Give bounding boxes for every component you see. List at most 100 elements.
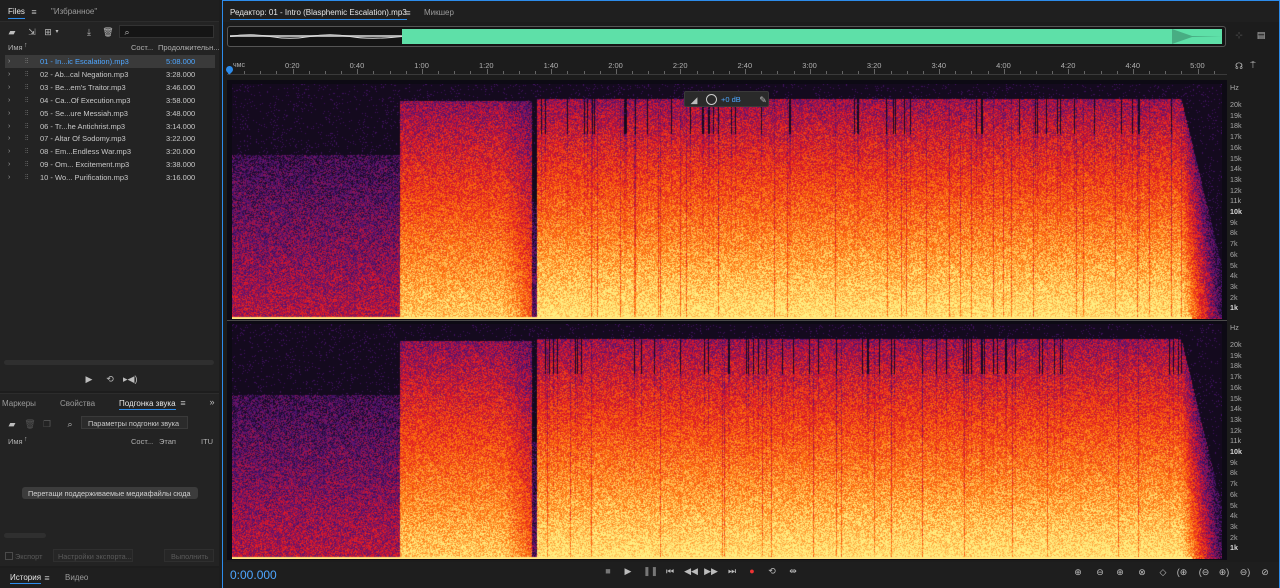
autoplay-icon[interactable]: ▸◀) (123, 374, 137, 384)
zoom-in-amplitude-icon[interactable]: ⊕ (1071, 567, 1085, 578)
rewind-icon[interactable]: ◀◀ (684, 566, 698, 577)
file-row[interactable]: › ⫶⫶ 08 - Em...Endless War.mp3 3:20.000 (5, 145, 215, 158)
zoom-out-point-icon[interactable]: (⊖ (1197, 567, 1211, 578)
col-name[interactable]: Имя (8, 437, 23, 446)
lower-scrollbar[interactable] (4, 533, 46, 538)
overview-visible-range[interactable] (402, 29, 1222, 44)
zoom-reset-icon[interactable]: ⊘ (1258, 567, 1272, 578)
expand-chevron-icon[interactable]: › (8, 94, 10, 107)
lower-panel-menu-icon[interactable]: ≡ (178, 398, 188, 408)
export-checkbox[interactable] (5, 552, 13, 560)
tab-markers[interactable]: Маркеры (2, 399, 36, 408)
remove-icon: 🗑 (24, 419, 36, 429)
open-folder-icon[interactable]: ▰ (6, 419, 18, 429)
tab-video[interactable]: Видео (65, 573, 88, 582)
pin-icon[interactable]: ⍑ (1248, 60, 1258, 70)
go-to-start-icon[interactable]: ⏮ (663, 566, 677, 577)
search-input[interactable]: ⌕ (119, 25, 214, 38)
files-panel-menu-icon[interactable]: ≡ (29, 7, 39, 17)
file-row[interactable]: › ⫶⫶ 04 - Ca...Of Execution.mp3 3:58.000 (5, 94, 215, 107)
col-name[interactable]: Имя (8, 43, 23, 52)
match-params-button[interactable]: Параметры подгонки звука (81, 416, 188, 429)
zoom-to-fit-icon[interactable]: ⊹ (1232, 30, 1246, 40)
zoom-out-amplitude-icon[interactable]: ⊖ (1093, 567, 1107, 578)
zoom-out-freq-icon[interactable]: ⊖) (1238, 567, 1252, 578)
history-menu-icon[interactable]: ≡ (42, 573, 52, 583)
timecode-display[interactable]: 0:00.000 (230, 568, 277, 582)
expand-chevron-icon[interactable]: › (8, 68, 10, 81)
expand-chevron-icon[interactable]: › (8, 158, 10, 171)
spectrogram-right-channel[interactable] (232, 324, 1222, 559)
insert-multitrack-icon[interactable]: ⤓ (83, 27, 95, 37)
play-icon[interactable]: ▶ (621, 566, 635, 577)
go-to-end-icon[interactable]: ⏭ (725, 566, 739, 577)
hud-pin-icon[interactable]: ✎ (757, 95, 769, 105)
tab-files[interactable]: Files (8, 7, 25, 19)
expand-chevron-icon[interactable]: › (8, 132, 10, 145)
headphones-icon[interactable]: ☊ (1233, 61, 1245, 71)
tab-editor[interactable]: Редактор: 01 - Intro (Blasphemic Escalat… (230, 8, 407, 20)
col-duration[interactable]: Продолжительн... (158, 43, 219, 52)
file-row[interactable]: › ⫶⫶ 07 - Altar Of Sodomy.mp3 3:22.000 (5, 132, 215, 145)
zoom-icon[interactable]: ⌕ (65, 419, 75, 429)
pause-icon[interactable]: ❚❚ (643, 566, 658, 577)
file-row[interactable]: › ⫶⫶ 01 - In...ic Escalation).mp3 5:08.000 (5, 55, 215, 68)
skip-selection-icon[interactable]: ⇹ (786, 566, 800, 577)
record-icon[interactable]: ● (745, 566, 759, 576)
loop-preview-icon[interactable]: ⟲ (104, 374, 116, 384)
hz-tick-label: 17k (1230, 132, 1242, 142)
spectrogram-left-channel[interactable] (232, 84, 1222, 319)
expand-chevron-icon[interactable]: › (8, 171, 10, 184)
tab-history[interactable]: История (10, 573, 42, 584)
zoom-out-full-icon[interactable]: ⊗ (1135, 567, 1149, 578)
trash-icon[interactable]: 🗑 (102, 27, 114, 37)
tab-favorites[interactable]: "Избранное" (51, 7, 97, 16)
file-name: 05 - Se...ure Messiah.mp3 (40, 108, 128, 118)
file-row[interactable]: › ⫶⫶ 03 - Be...em's Traitor.mp3 3:46.000 (5, 81, 215, 94)
zoom-in-time-icon[interactable]: ⊕ (1113, 567, 1127, 578)
display-settings-icon[interactable]: ▤ (1254, 30, 1268, 40)
tab-match-loudness[interactable]: Подгонка звука (119, 399, 176, 410)
loop-icon[interactable]: ⟲ (765, 566, 779, 577)
stop-icon[interactable]: ■ (601, 566, 615, 576)
file-duration: 3:14.000 (166, 121, 196, 131)
waveform-icon: ⫶⫶ (25, 148, 29, 156)
overview-bar[interactable] (227, 26, 1226, 47)
file-row[interactable]: › ⫶⫶ 09 - Om... Excitement.mp3 3:38.000 (5, 158, 215, 171)
file-row[interactable]: › ⫶⫶ 06 - Tr...he Antichrist.mp3 3:14.000 (5, 120, 215, 133)
file-duration: 3:38.000 (166, 160, 196, 170)
expand-chevron-icon[interactable]: › (8, 145, 10, 158)
tab-mixer[interactable]: Микшер (424, 8, 454, 17)
open-folder-icon[interactable]: ▰ (6, 27, 18, 37)
col-itu[interactable]: ITU (201, 437, 213, 446)
play-preview-icon[interactable]: ▶ (84, 374, 94, 384)
fast-forward-icon[interactable]: ▶▶ (704, 566, 718, 577)
file-row[interactable]: › ⫶⫶ 05 - Se...ure Messiah.mp3 3:48.000 (5, 107, 215, 120)
col-state[interactable]: Сост... (131, 437, 153, 446)
lower-tab-strip: Маркеры Свойства Подгонка звука ≡ » (0, 394, 219, 412)
file-row[interactable]: › ⫶⫶ 10 - Wo... Purification.mp3 3:16.000 (5, 171, 215, 184)
file-row[interactable]: › ⫶⫶ 02 - Ab...cal Negation.mp3 3:28.000 (5, 68, 215, 81)
overflow-chevrons-icon[interactable]: » (207, 397, 217, 407)
files-scrollbar[interactable] (4, 360, 214, 365)
overview-dim-region (229, 30, 403, 43)
expand-chevron-icon[interactable]: › (8, 120, 10, 133)
expand-chevron-icon[interactable]: › (8, 107, 10, 120)
spectrogram-area[interactable] (227, 80, 1227, 560)
hud-gain-value[interactable]: +0 dB (721, 95, 741, 104)
gain-knob-icon[interactable] (706, 94, 717, 105)
search-icon: ⌕ (124, 27, 130, 37)
import-file-icon[interactable]: ⇲ (26, 27, 38, 37)
file-name: 01 - In...ic Escalation).mp3 (40, 57, 129, 66)
tab-properties[interactable]: Свойства (60, 399, 95, 408)
editor-menu-icon[interactable]: ≡ (403, 8, 413, 18)
chevron-down-icon[interactable]: ▾ (53, 27, 61, 37)
zoom-in-freq-icon[interactable]: ⊕) (1217, 567, 1231, 578)
col-stage[interactable]: Этап (159, 437, 176, 446)
zoom-selection-icon[interactable]: ◇ (1156, 567, 1170, 578)
zoom-in-point-icon[interactable]: (⊕ (1175, 567, 1189, 578)
timeline-ruler[interactable]: чмс 0:20 0:40 1:00 1:20 1:40 2:00 2:20 2:40 3:00… (227, 58, 1227, 76)
expand-chevron-icon[interactable]: › (8, 81, 10, 94)
col-state[interactable]: Сост... (131, 43, 153, 52)
expand-chevron-icon[interactable]: › (8, 55, 10, 68)
